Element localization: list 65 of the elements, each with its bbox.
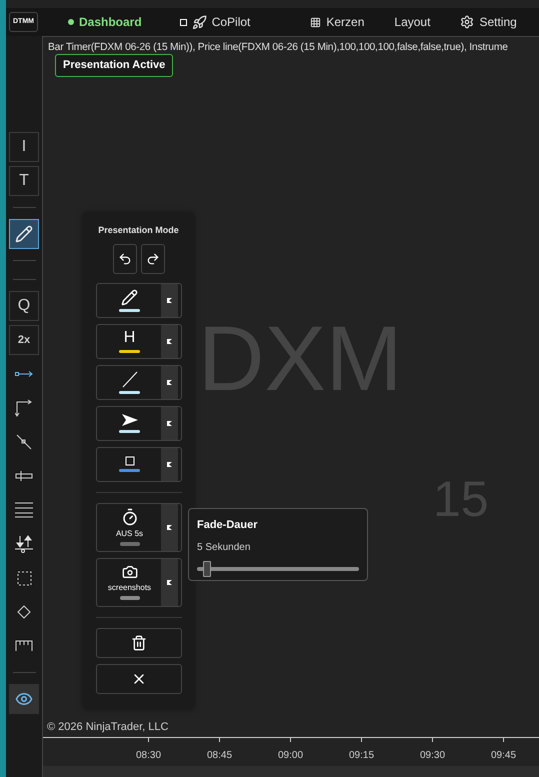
fade-slider[interactable] [197,560,359,576]
draw-tool-button[interactable] [96,282,182,318]
camera-icon [122,564,138,580]
trash-icon [130,634,146,650]
popup-title: Fade-Dauer [197,518,259,533]
option-button[interactable]: screenshots [96,558,182,606]
undo-icon [118,252,132,266]
redo-icon [146,252,160,266]
time-label: 09:30 [420,749,446,763]
nav-tab[interactable]: Kerzen [310,13,364,31]
redo-button[interactable] [140,244,164,274]
settings-icon [460,15,474,29]
slider-handle-icon [15,471,33,481]
toolbar-button[interactable] [9,684,39,714]
nav-tab[interactable]: Layout [394,13,430,31]
timer-icon [120,508,138,526]
pencil-icon [15,225,33,243]
flag-icon [166,580,172,584]
eye-icon [15,690,33,708]
time-label: 09:00 [278,749,304,763]
presentation-badge: Presentation Active [55,54,174,76]
ray-icon [15,371,33,377]
toolbar-button[interactable]: 2x [9,325,39,355]
flag-icon [166,420,172,426]
nav-tab[interactable]: Dashboard [68,13,142,31]
draw-tool-button[interactable]: H [96,324,182,358]
time-label: 08:30 [136,749,162,763]
toolbar-button[interactable] [9,219,39,249]
dashed-rectangle-icon [16,570,32,586]
slider-thumb[interactable] [203,560,212,576]
undo-button[interactable] [112,244,136,274]
toolbar-button[interactable]: T [9,166,39,196]
toolbar-button[interactable]: I [9,132,39,162]
time-label: 09:15 [348,749,374,763]
indicator-list: Bar Timer(FDXM 06-26 (15 Min)), Price line(FDXM 06-26 (15 Min),100,100,100,false,false,true), Instrume [48,40,508,56]
flag-icon [166,380,172,384]
rocket-icon [192,14,207,30]
nav-tab[interactable]: Setting [460,13,517,31]
time-label: 08:45 [206,749,232,763]
draw-tool-button[interactable] [96,406,182,440]
square-icon [124,456,134,466]
square-icon [180,18,187,26]
option-button[interactable]: AUS 5s [96,502,182,552]
corner-arrow-icon [15,399,33,417]
draw-tool-button[interactable] [96,364,182,400]
panel-title: Presentation Mode [98,224,179,237]
flag-icon [166,524,172,530]
delete-button[interactable] [96,628,182,658]
diamond-icon [17,605,31,619]
time-label: 09:45 [490,749,516,763]
toolbar-button[interactable]: Q [9,291,39,321]
line-icon [120,370,138,388]
horizontal-lines-icon [15,502,33,518]
diagonal-line-icon [16,434,32,450]
pencil-icon [121,288,138,306]
arrows-up-down-icon [15,535,33,553]
grid-icon [310,16,322,28]
flag-icon [166,338,172,344]
arrow-icon [120,413,138,427]
ruler-icon [15,640,33,652]
copyright: © 2026 NinjaTrader, LLC [47,720,168,734]
flag-icon [166,462,172,466]
nav-tab[interactable]: CoPilot [180,13,250,31]
flag-icon [166,298,172,302]
fade-duration-value: 5 Sekunden [197,540,252,554]
